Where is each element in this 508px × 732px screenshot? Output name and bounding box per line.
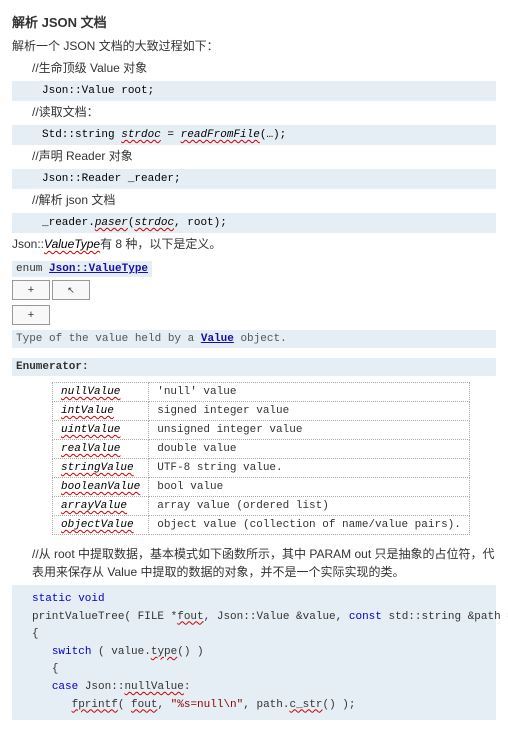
enumerator-heading: Enumerator:: [12, 358, 496, 376]
code-1: Json::Value root;: [12, 81, 496, 101]
valuetype-link[interactable]: Json::ValueType: [49, 263, 148, 275]
enum-name: intValue: [61, 405, 114, 417]
code-2: Std::string strdoc = readFromFile(…);: [12, 125, 496, 145]
table-row: booleanValue bool value: [53, 478, 470, 497]
enum-name: realValue: [61, 443, 120, 455]
enum-desc: object value (collection of name/value p…: [149, 516, 470, 535]
enum-desc: double value: [149, 440, 470, 459]
typeof-line: Type of the value held by a Value object…: [12, 330, 496, 348]
enum-desc: array value (ordered list): [149, 497, 470, 516]
enum-name: nullValue: [61, 386, 120, 398]
comment-1: //生命顶级 Value 对象: [12, 59, 496, 77]
enum-desc: unsigned integer value: [149, 421, 470, 440]
intro-text: 解析一个 JSON 文档的大致过程如下：: [12, 37, 496, 55]
enum-declaration: enum Json::ValueType: [12, 261, 152, 277]
collapse-icon[interactable]: ↖: [52, 280, 90, 300]
enum-name: booleanValue: [61, 481, 140, 493]
code-3: Json::Reader _reader;: [12, 169, 496, 189]
enum-desc: UTF-8 string value.: [149, 459, 470, 478]
extract-para: //从 root 中提取数据，基本模式如下函数所示，其中 PARAM out 只…: [12, 545, 496, 581]
table-row: arrayValue array value (ordered list): [53, 497, 470, 516]
comment-4: //解析 json 文档: [12, 191, 496, 209]
table-row: objectValue object value (collection of n…: [53, 516, 470, 535]
enum-desc: signed integer value: [149, 402, 470, 421]
comment-3: //声明 Reader 对象: [12, 147, 496, 165]
table-row: nullValue 'null' value: [53, 383, 470, 402]
code-print-value-tree: static void printValueTree( FILE *fout, …: [12, 585, 496, 720]
plus-button-2[interactable]: +: [12, 305, 50, 325]
table-row: stringValue UTF-8 string value.: [53, 459, 470, 478]
enum-name: objectValue: [61, 519, 134, 531]
valuetype-line: Json::ValueType有 8 种，以下是定义。: [12, 235, 496, 253]
enum-desc: 'null' value: [149, 383, 470, 402]
enum-name: arrayValue: [61, 500, 127, 512]
comment-2: //读取文档：: [12, 103, 496, 121]
table-row: realValue double value: [53, 440, 470, 459]
plus-button-1[interactable]: +: [12, 280, 50, 300]
enum-name: stringValue: [61, 462, 134, 474]
enum-name: uintValue: [61, 424, 120, 436]
enum-desc: bool value: [149, 478, 470, 497]
table-row: uintValue unsigned integer value: [53, 421, 470, 440]
value-link[interactable]: Value: [201, 333, 234, 345]
table-row: intValue signed integer value: [53, 402, 470, 421]
code-4: _reader.paser(strdoc, root);: [12, 213, 496, 233]
enumerator-table: nullValue 'null' value intValue signed inte…: [52, 382, 470, 535]
page-title: 解析 JSON 文档: [12, 12, 496, 31]
